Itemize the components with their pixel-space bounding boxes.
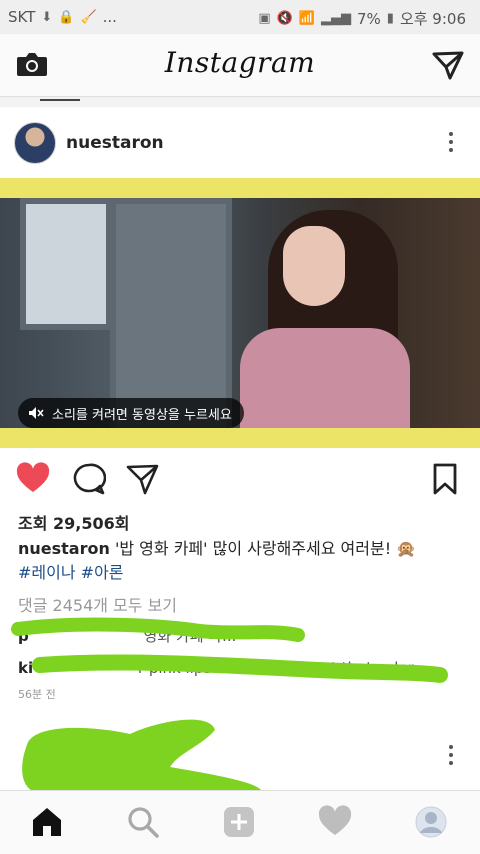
- cleaner-icon: 🧹: [80, 9, 97, 25]
- sound-hint-pill[interactable]: 소리를 켜려면 동영상을 누르세요: [18, 398, 244, 428]
- bottom-tab-bar: [0, 790, 480, 854]
- profile-icon[interactable]: [414, 805, 448, 839]
- post-header: nuestaron: [0, 108, 480, 178]
- comment-text: 영화 카페 다...: [143, 627, 237, 645]
- mute-speaker-icon: [29, 407, 44, 419]
- status-bar: SKT ⬇ 🔒 🧹 ... ▣ 🔇 📶 ▂▄▆ 7% ▮ 오후 9:06: [0, 0, 480, 34]
- mute-icon: 🔇: [276, 11, 293, 26]
- comment-text: r pink lips she s so in want that color: [137, 659, 414, 677]
- video-frame: 소리를 켜려면 동영상을 누르세요: [0, 178, 480, 448]
- post-actions: [0, 456, 480, 504]
- heart-filled-icon[interactable]: [16, 462, 50, 496]
- app-logo: Instagram: [164, 46, 316, 79]
- comment-username[interactable]: ki: [18, 659, 33, 677]
- activity-heart-icon[interactable]: [318, 805, 352, 839]
- caption-username[interactable]: nuestaron: [18, 539, 110, 558]
- view-all-comments-link[interactable]: 댓글 2454개 모두 보기: [18, 592, 177, 616]
- post-video[interactable]: 소리를 켜려면 동영상을 누르세요: [0, 198, 480, 428]
- lock-icon: 🔒: [58, 9, 75, 25]
- battery-percent: 7%: [356, 9, 381, 28]
- avatar[interactable]: [14, 122, 56, 164]
- signal-icon: ▂▄▆: [320, 11, 351, 26]
- comment-row: p 영화 카페 다...: [18, 625, 236, 646]
- more-options-icon[interactable]: [448, 132, 454, 156]
- top-bar: Instagram: [0, 34, 480, 97]
- next-post-header: [0, 718, 480, 788]
- search-icon[interactable]: [126, 805, 160, 839]
- hashtag-link[interactable]: #레이나: [18, 563, 76, 582]
- more-notifications: ...: [102, 8, 117, 26]
- wifi-icon: 📶: [298, 11, 315, 26]
- video-person-face: [283, 226, 345, 306]
- comment-row: ki r pink lips she s so in want that col…: [18, 659, 414, 677]
- home-icon[interactable]: [30, 805, 64, 839]
- previous-post-edge: [0, 97, 480, 107]
- battery-icon: ▮: [386, 11, 394, 26]
- video-window-left: [20, 198, 112, 330]
- download-icon: ⬇: [41, 9, 53, 25]
- nfc-icon: ▣: [258, 11, 271, 26]
- comment-icon[interactable]: [72, 462, 106, 496]
- video-door: [110, 198, 232, 428]
- video-person-dress: [240, 328, 410, 428]
- carrier-label: SKT: [8, 8, 36, 26]
- view-count: 조회 29,506회: [18, 514, 130, 533]
- hashtag-link[interactable]: #아론: [81, 563, 124, 582]
- more-options-icon[interactable]: [448, 745, 454, 769]
- caption-text: '밥 영화 카페' 많이 사랑해주세요 여러분! 🙊: [114, 539, 417, 558]
- bookmark-icon[interactable]: [428, 462, 462, 496]
- post-timestamp: 56분 전: [18, 688, 56, 701]
- clock: 오후 9:06: [399, 10, 466, 28]
- sound-hint-text: 소리를 켜려면 동영상을 누르세요: [52, 407, 232, 423]
- share-icon[interactable]: [126, 462, 160, 496]
- comment-username[interactable]: p: [18, 627, 29, 645]
- post-username[interactable]: nuestaron: [66, 133, 164, 153]
- post-caption: nuestaron '밥 영화 카페' 많이 사랑해주세요 여러분! 🙊 #레이…: [18, 537, 468, 585]
- add-post-icon[interactable]: [222, 805, 256, 839]
- direct-message-icon[interactable]: [432, 50, 464, 80]
